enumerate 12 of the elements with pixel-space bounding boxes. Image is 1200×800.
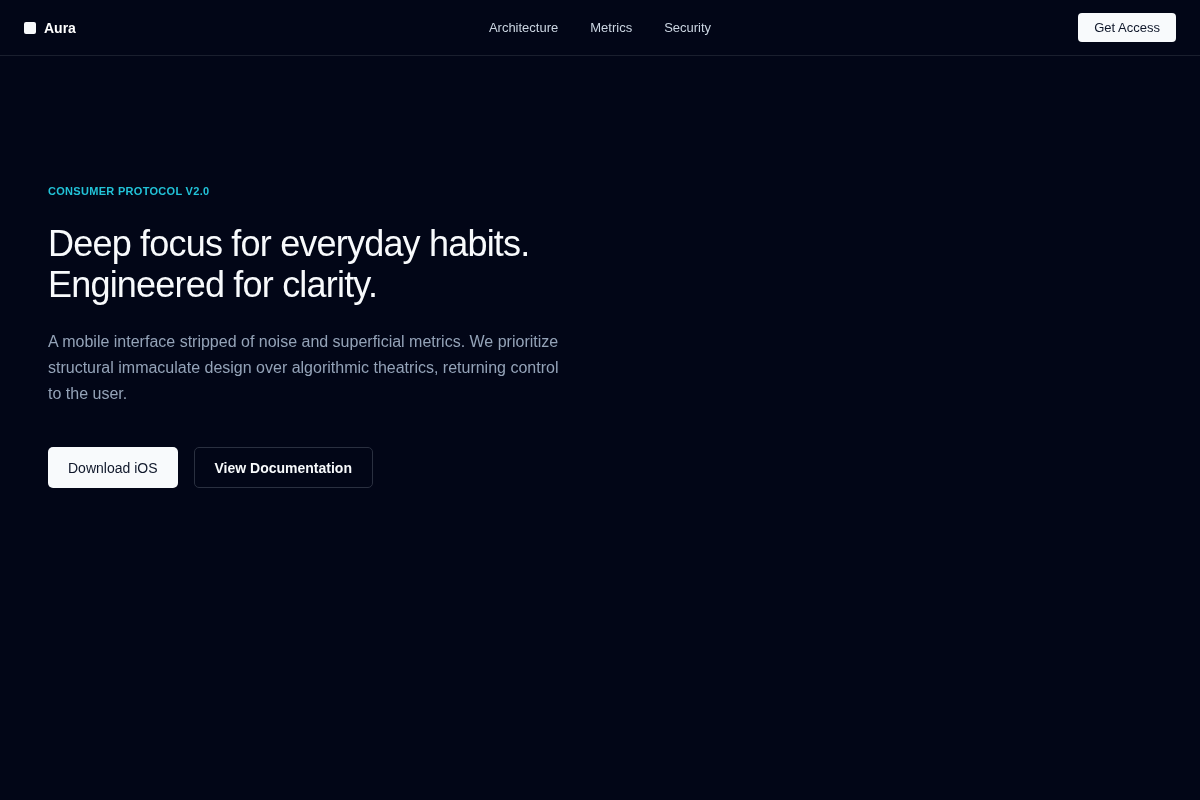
- download-button[interactable]: Download iOS: [48, 447, 178, 488]
- eyebrow-label: CONSUMER PROTOCOL V2.0: [48, 185, 211, 197]
- logo-icon: [24, 21, 36, 34]
- nav-link[interactable]: Metrics: [590, 20, 633, 35]
- headline: Deep focus for everyday habits.: [48, 223, 531, 264]
- nav-link[interactable]: Security: [664, 20, 712, 35]
- documentation-button[interactable]: View Documentation: [193, 447, 373, 488]
- get-access-button[interactable]: Get Access: [1078, 13, 1176, 42]
- nav-link[interactable]: Architecture: [488, 20, 559, 35]
- brand-name[interactable]: Aura: [44, 19, 76, 36]
- headline: Engineered for clarity.: [48, 264, 379, 305]
- hero-description: A mobile interface stripped of noise and superficial metrics. We prioritize structural immaculate design over algorithmic theatrics, returning control to the user.: [48, 332, 560, 404]
